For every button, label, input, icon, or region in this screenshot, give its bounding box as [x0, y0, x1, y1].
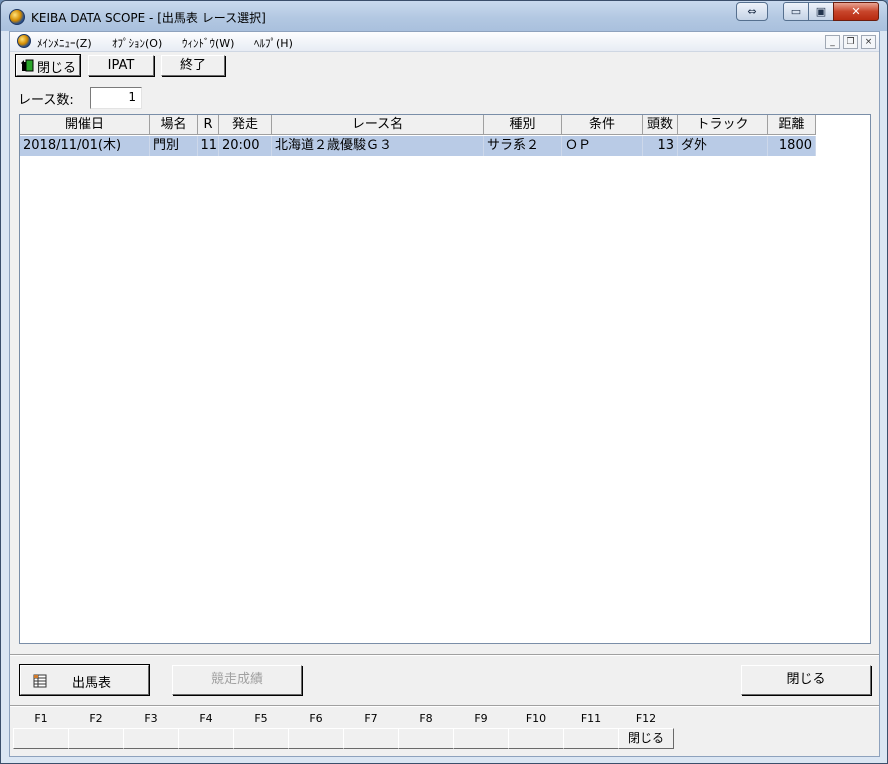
fkey-f3[interactable] — [123, 728, 179, 749]
fkey-f7[interactable] — [343, 728, 399, 749]
toolbar-close-label: 閉じる — [37, 61, 77, 76]
fkey-f8[interactable] — [398, 728, 454, 749]
toolbar-close-button[interactable]: 閉じる — [15, 54, 81, 77]
col-runners[interactable]: 頭数 — [643, 115, 678, 135]
fkey-f12-close[interactable]: 閉じる — [618, 728, 674, 749]
bottom-close-button[interactable]: 閉じる — [741, 665, 871, 695]
mdi-minimize-button[interactable]: _ — [825, 35, 840, 49]
client-area: ﾒｲﾝﾒﾆｭｰ(Z) ｵﾌﾟｼｮﾝ(O) ｳｨﾝﾄﾞｳ(W) ﾍﾙﾌﾟ(H) _… — [9, 31, 880, 757]
fkey-label: F12 — [635, 712, 657, 725]
race-list-grid[interactable]: 開催日 場名 R 発走 レース名 種別 条件 頭数 トラック 距離 2018/1… — [19, 114, 871, 644]
menu-main[interactable]: ﾒｲﾝﾒﾆｭｰ(Z) — [37, 35, 92, 51]
fkey-f2[interactable] — [68, 728, 124, 749]
fkey-label: F3 — [144, 712, 158, 725]
fkey-label: F5 — [254, 712, 268, 725]
shutsuba-label: 出馬表 — [72, 676, 112, 691]
table-icon — [33, 674, 47, 688]
menu-bar: ﾒｲﾝﾒﾆｭｰ(Z) ｵﾌﾟｼｮﾝ(O) ｳｨﾝﾄﾞｳ(W) ﾍﾙﾌﾟ(H) _… — [10, 32, 879, 52]
cell-runners: 13 — [643, 136, 678, 156]
fkey-label: F10 — [525, 712, 547, 725]
cell-start: 20:00 — [219, 136, 272, 156]
window-title: KEIBA DATA SCOPE - [出馬表 レース選択] — [31, 11, 266, 25]
fkey-f6[interactable] — [288, 728, 344, 749]
fkey-label: F11 — [580, 712, 602, 725]
cell-venue: 門別 — [150, 136, 198, 156]
col-race-no[interactable]: R — [198, 115, 219, 135]
fkey-f5[interactable] — [233, 728, 289, 749]
cell-condition: ＯＰ — [562, 136, 643, 156]
col-track[interactable]: トラック — [678, 115, 768, 135]
title-extra-button[interactable]: ⇔ — [736, 2, 768, 21]
minimize-button[interactable]: ▭ — [783, 2, 809, 21]
app-window: KEIBA DATA SCOPE - [出馬表 レース選択] ⇔ ▭ ▣ ✕ ﾒ… — [0, 0, 888, 764]
cell-race-no: 11 — [198, 136, 219, 156]
col-type[interactable]: 種別 — [484, 115, 562, 135]
cell-track: ダ外 — [678, 136, 768, 156]
race-count-field[interactable]: 1 — [90, 87, 142, 109]
ipat-button[interactable]: IPAT — [88, 55, 154, 76]
app-logo-icon — [9, 9, 25, 25]
close-window-button[interactable]: ✕ — [833, 2, 879, 21]
fkey-label: F9 — [474, 712, 488, 725]
cell-distance: 1800 — [768, 136, 816, 156]
maximize-button[interactable]: ▣ — [808, 2, 834, 21]
col-race-name[interactable]: レース名 — [272, 115, 484, 135]
fkey-f9[interactable] — [453, 728, 509, 749]
fkey-label: F4 — [199, 712, 213, 725]
fkey-f10[interactable] — [508, 728, 564, 749]
race-count-label: レース数: — [18, 93, 74, 108]
exit-button[interactable]: 終了 — [161, 55, 225, 76]
fkey-label: F1 — [34, 712, 48, 725]
fkey-label: F6 — [309, 712, 323, 725]
fkey-label: F7 — [364, 712, 378, 725]
menu-options[interactable]: ｵﾌﾟｼｮﾝ(O) — [112, 35, 162, 51]
cell-date: 2018/11/01(木) — [20, 136, 150, 156]
col-date[interactable]: 開催日 — [20, 115, 150, 135]
title-bar[interactable]: KEIBA DATA SCOPE - [出馬表 レース選択] ⇔ ▭ ▣ ✕ — [1, 1, 887, 31]
mdi-close-button[interactable]: × — [861, 35, 876, 49]
menu-help[interactable]: ﾍﾙﾌﾟ(H) — [254, 35, 293, 51]
separator — [10, 705, 879, 707]
mdi-restore-button[interactable]: ❐ — [843, 35, 858, 49]
fkey-f1[interactable] — [13, 728, 69, 749]
fkey-f4[interactable] — [178, 728, 234, 749]
fkey-label: F8 — [419, 712, 433, 725]
col-distance[interactable]: 距離 — [768, 115, 816, 135]
document-logo-icon[interactable] — [17, 34, 31, 48]
table-row[interactable]: 2018/11/01(木) 門別 11 20:00 北海道２歳優駿Ｇ３ サラ系２… — [20, 136, 816, 156]
col-condition[interactable]: 条件 — [562, 115, 643, 135]
col-start[interactable]: 発走 — [219, 115, 272, 135]
fkey-label: F2 — [89, 712, 103, 725]
grid-header: 開催日 場名 R 発走 レース名 種別 条件 頭数 トラック 距離 — [20, 115, 816, 135]
col-venue[interactable]: 場名 — [150, 115, 198, 135]
fkey-f11[interactable] — [563, 728, 619, 749]
door-icon — [21, 59, 34, 72]
shutsuba-button[interactable]: 出馬表 — [19, 664, 150, 696]
cell-type: サラ系２ — [484, 136, 562, 156]
menu-window[interactable]: ｳｨﾝﾄﾞｳ(W) — [182, 35, 234, 51]
cell-race-name: 北海道２歳優駿Ｇ３ — [272, 136, 484, 156]
race-results-button[interactable]: 競走成績 — [172, 665, 302, 695]
separator — [10, 654, 879, 656]
